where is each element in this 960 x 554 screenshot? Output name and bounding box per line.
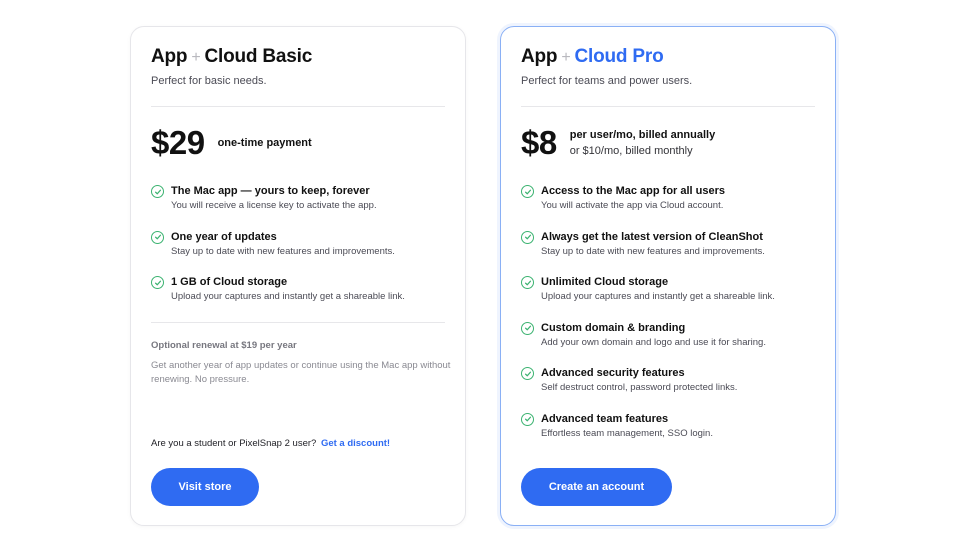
feature-description: You will receive a license key to activa… [171, 200, 377, 211]
price-row: $29 one-time payment [151, 125, 312, 161]
feature-item: Unlimited Cloud storage Upload your capt… [521, 275, 775, 321]
feature-description: Stay up to date with new features and im… [171, 245, 395, 257]
create-account-button[interactable]: Create an account [521, 468, 672, 506]
feature-item: Advanced security features Self destruct… [521, 366, 775, 412]
feature-item: Advanced team features Effortless team m… [521, 412, 775, 458]
price: $29 [151, 124, 205, 161]
feature-title: 1 GB of Cloud storage [171, 276, 288, 289]
plan-title-app: App [151, 46, 188, 67]
feature-item: Custom domain & branding Add your own do… [521, 321, 775, 367]
plan-title-plus: + [191, 49, 201, 66]
feature-item: The Mac app — yours to keep, forever You… [151, 184, 405, 230]
check-circle-icon [521, 230, 534, 244]
plan-subtitle: Perfect for teams and power users. [521, 75, 693, 87]
divider [151, 106, 445, 107]
check-circle-icon [521, 367, 534, 381]
divider [521, 106, 815, 107]
feature-list: The Mac app — yours to keep, forever You… [151, 184, 405, 321]
feature-title: Advanced security features [541, 367, 685, 380]
check-circle-icon [521, 321, 534, 335]
plan-title: App + Cloud Basic [151, 46, 312, 68]
price-note-monthly: or $10/mo, billed monthly [569, 145, 693, 157]
plan-title-app: App [521, 46, 558, 67]
feature-description: Upload your captures and instantly get a… [541, 291, 775, 303]
price-row: $8 per user/mo, billed annually or $10/m… [521, 125, 715, 161]
plan-card-pro: App + Cloud Pro Perfect for teams and powe… [500, 26, 836, 526]
discount-line: Are you a student or PixelSnap 2 user? G… [151, 438, 390, 449]
feature-description: Self destruct control, password protecte… [541, 382, 738, 394]
check-circle-icon [151, 276, 164, 290]
feature-list: Access to the Mac app for all users You … [521, 184, 775, 458]
feature-item: 1 GB of Cloud storage Upload your captur… [151, 275, 405, 321]
feature-description: You will activate the app via Cloud acco… [541, 200, 724, 211]
feature-description: Upload your captures and instantly get a… [171, 291, 405, 303]
price-note: one-time payment [218, 135, 312, 151]
divider [151, 322, 445, 323]
feature-item: One year of updates Stay up to date with… [151, 230, 405, 276]
feature-title: Access to the Mac app for all users [541, 185, 726, 197]
discount-text: Are you a student or PixelSnap 2 user? [151, 438, 317, 449]
visit-store-button[interactable]: Visit store [151, 468, 259, 506]
feature-title: Advanced team features [541, 412, 669, 425]
check-circle-icon [521, 412, 534, 426]
plan-title-name: Cloud Pro [574, 46, 664, 67]
check-circle-icon [521, 276, 534, 290]
plan-title-plus: + [561, 49, 571, 66]
feature-description: Effortless team management, SSO login. [541, 427, 713, 439]
price-note-text: one-time payment [217, 137, 312, 149]
renewal-title: Optional renewal at $19 per year [151, 340, 297, 351]
plan-subtitle: Perfect for basic needs. [151, 75, 267, 87]
price: $8 [521, 124, 557, 161]
plan-title-name: Cloud Basic [204, 46, 313, 67]
check-circle-icon [151, 185, 164, 198]
feature-title: The Mac app — yours to keep, forever [171, 185, 370, 197]
price-note: per user/mo, billed annually or $10/mo, … [570, 127, 715, 159]
check-circle-icon [151, 230, 164, 244]
feature-item: Always get the latest version of CleanSh… [521, 230, 775, 276]
renewal-description: Get another year of app updates or conti… [151, 360, 451, 385]
discount-link[interactable]: Get a discount! [321, 438, 390, 449]
plan-card-basic: App + Cloud Basic Perfect for basic needs.… [130, 26, 466, 526]
feature-title: Custom domain & branding [541, 321, 686, 334]
check-circle-icon [521, 185, 534, 198]
feature-description: Stay up to date with new features and im… [541, 245, 765, 257]
feature-title: Unlimited Cloud storage [541, 276, 669, 289]
feature-title: Always get the latest version of CleanSh… [541, 230, 763, 243]
feature-description: Add your own domain and logo and use it … [541, 336, 766, 348]
feature-item: Access to the Mac app for all users You … [521, 184, 775, 230]
plan-title: App + Cloud Pro [521, 46, 664, 68]
price-note-annual: per user/mo, billed annually [569, 129, 716, 141]
feature-title: One year of updates [171, 230, 277, 243]
